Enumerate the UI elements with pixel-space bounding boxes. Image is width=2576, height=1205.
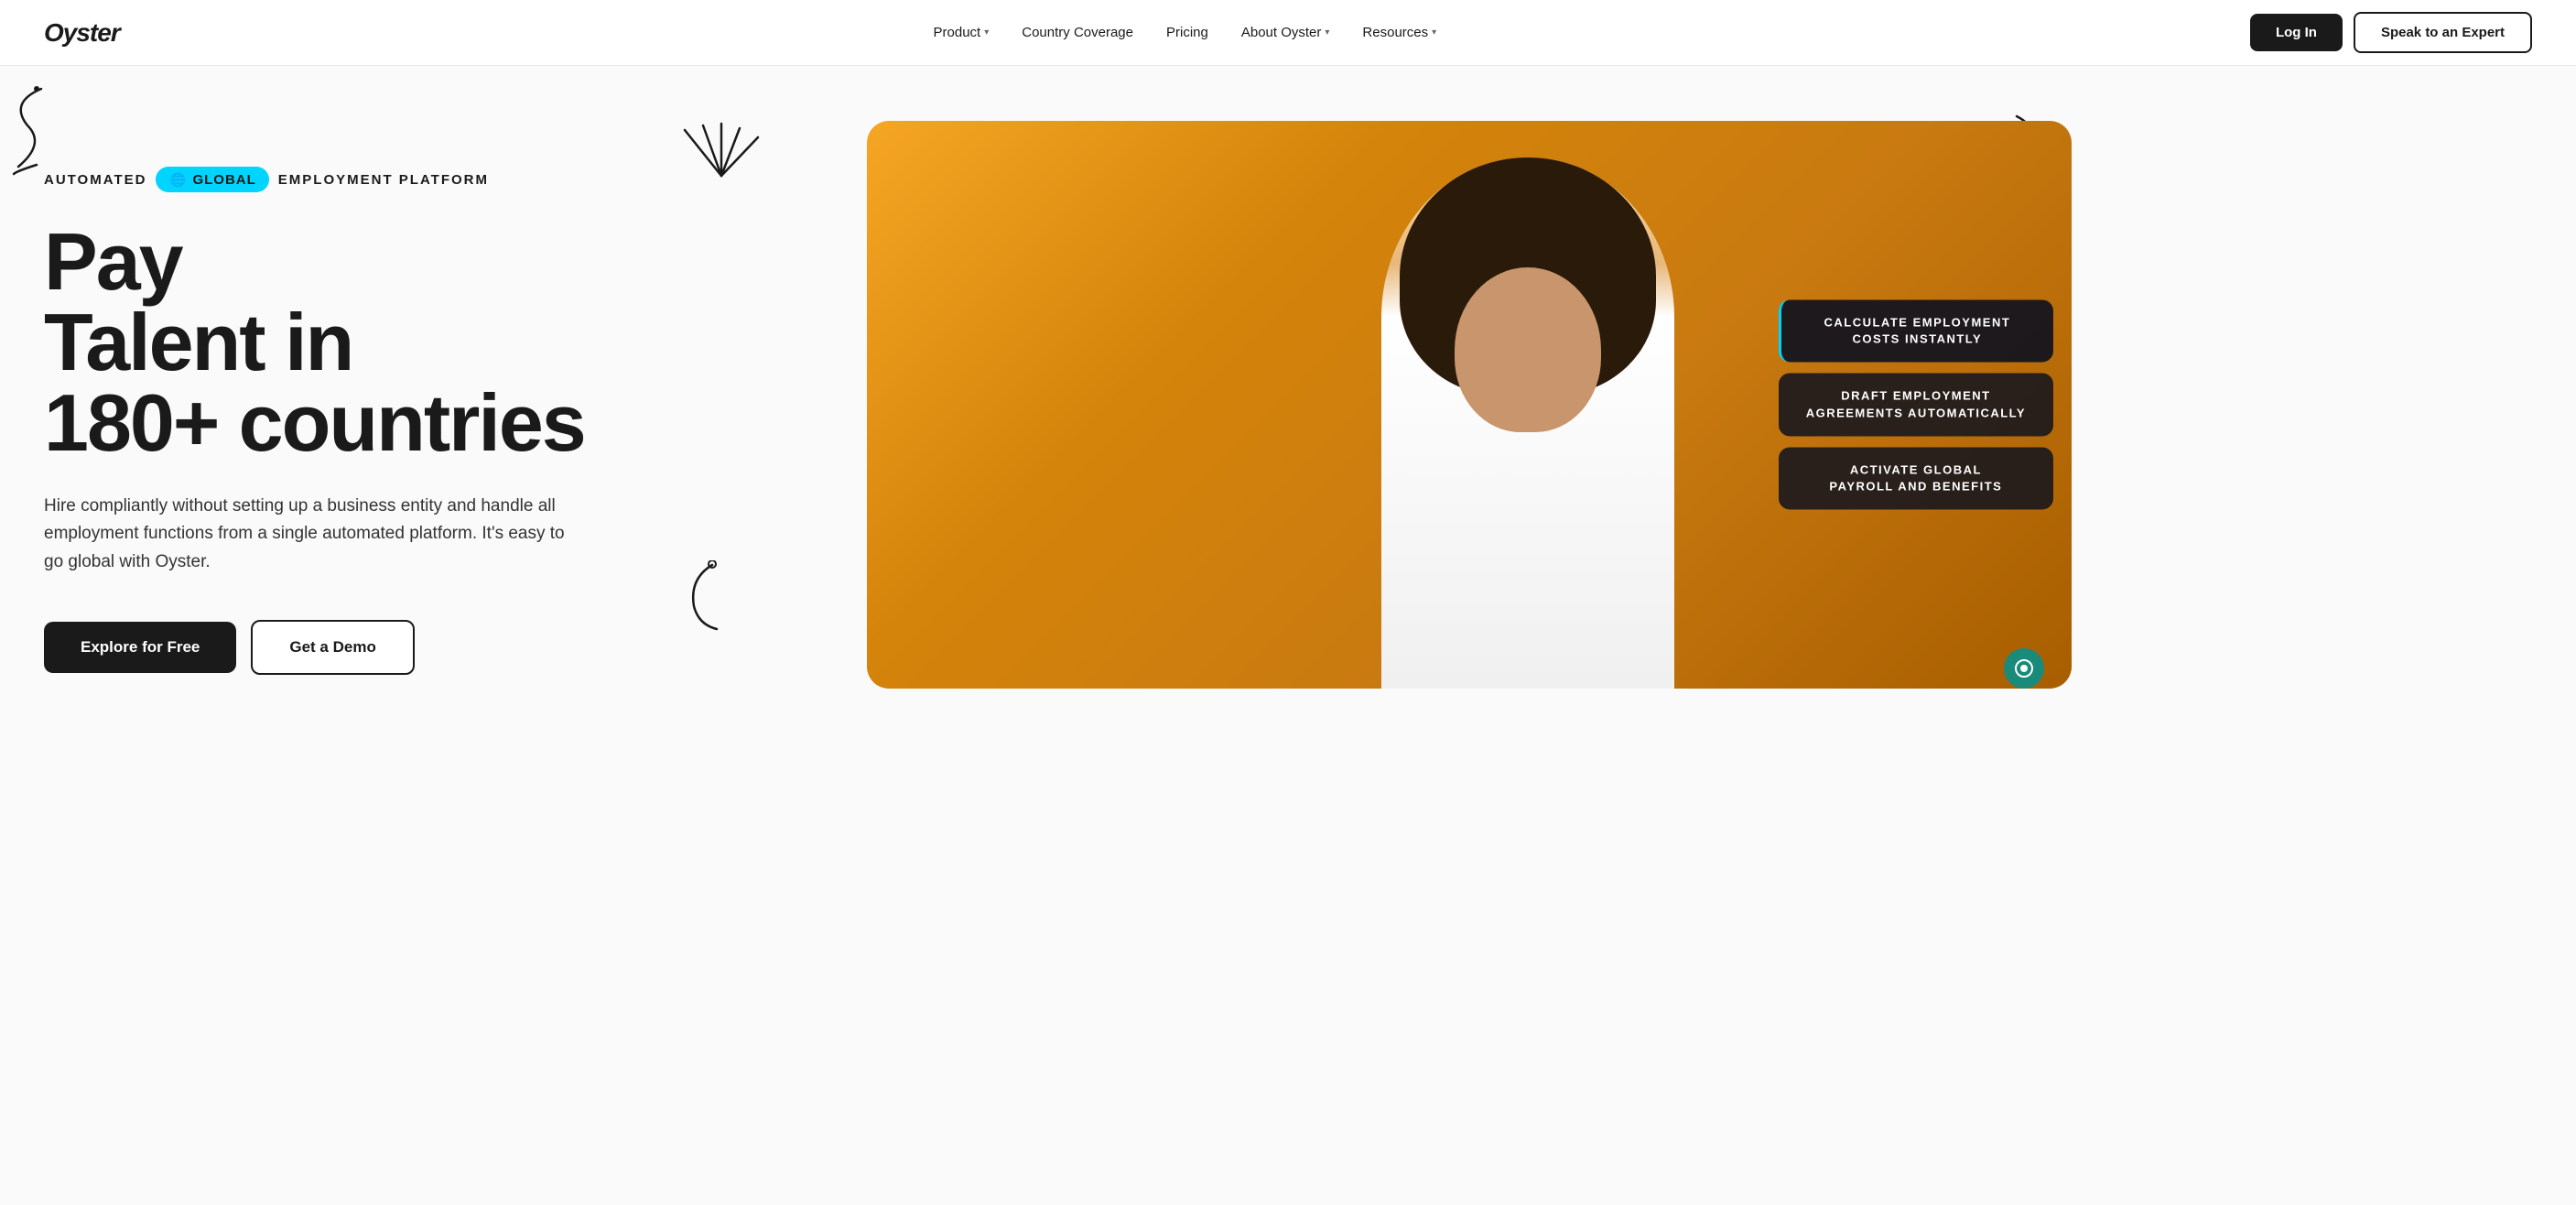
tag-badge: 🌐 GLOBAL bbox=[156, 167, 268, 192]
nav-country-coverage[interactable]: Country Coverage bbox=[1009, 17, 1146, 48]
nav-product[interactable]: Product ▾ bbox=[921, 17, 1002, 48]
hero-buttons: Explore for Free Get a Demo bbox=[44, 620, 703, 675]
feature-pill-calc[interactable]: CALCULATE EMPLOYMENT COSTS INSTANTLY bbox=[1779, 299, 2053, 362]
chevron-down-icon: ▾ bbox=[1432, 27, 1436, 38]
nav-resources[interactable]: Resources ▾ bbox=[1349, 17, 1449, 48]
hero-heading: Pay Talent in 180+ countries bbox=[44, 222, 703, 463]
heading-line3: 180+ countries bbox=[44, 377, 585, 468]
hero-section: AUTOMATED 🌐 GLOBAL EMPLOYMENT PLATFORM P… bbox=[0, 66, 2576, 1205]
tag-pre: AUTOMATED bbox=[44, 172, 146, 188]
chevron-down-icon: ▾ bbox=[984, 27, 989, 38]
heading-line1: Pay bbox=[44, 216, 182, 307]
heading-line2: Talent in bbox=[44, 297, 352, 387]
nav-pricing[interactable]: Pricing bbox=[1153, 17, 1221, 48]
nav-links: Product ▾ Country Coverage Pricing About… bbox=[120, 17, 2250, 48]
navbar: Oyster Product ▾ Country Coverage Pricin… bbox=[0, 0, 2576, 66]
person-shape bbox=[1381, 157, 1674, 689]
feature-pill-draft[interactable]: DRAFT EMPLOYMENT AGREEMENTS AUTOMATICALL… bbox=[1779, 374, 2053, 436]
chevron-down-icon: ▾ bbox=[1325, 27, 1329, 38]
hero-description: Hire compliantly without setting up a bu… bbox=[44, 493, 575, 576]
feature-pills: CALCULATE EMPLOYMENT COSTS INSTANTLY DRA… bbox=[1779, 299, 2053, 509]
hero-left: AUTOMATED 🌐 GLOBAL EMPLOYMENT PLATFORM P… bbox=[44, 121, 703, 675]
tagline: AUTOMATED 🌐 GLOBAL EMPLOYMENT PLATFORM bbox=[44, 167, 703, 192]
oyster-circle-icon bbox=[2004, 648, 2044, 689]
nav-actions: Log In Speak to an Expert bbox=[2250, 12, 2532, 53]
logo[interactable]: Oyster bbox=[44, 18, 120, 48]
hero-right: CALCULATE EMPLOYMENT COSTS INSTANTLY DRA… bbox=[703, 103, 2072, 707]
speak-expert-button[interactable]: Speak to an Expert bbox=[2354, 12, 2532, 53]
feature-pill-activate[interactable]: ACTIVATE GLOBAL PAYROLL AND BENEFITS bbox=[1779, 447, 2053, 509]
nav-about-oyster[interactable]: About Oyster ▾ bbox=[1228, 17, 1343, 48]
tag-post: EMPLOYMENT PLATFORM bbox=[278, 172, 489, 188]
tag-badge-text: GLOBAL bbox=[192, 172, 255, 188]
login-button[interactable]: Log In bbox=[2250, 14, 2343, 51]
get-demo-button[interactable]: Get a Demo bbox=[251, 620, 414, 675]
explore-free-button[interactable]: Explore for Free bbox=[44, 622, 236, 673]
face-shape bbox=[1455, 267, 1601, 432]
globe-flag-icon: 🌐 bbox=[168, 170, 187, 189]
